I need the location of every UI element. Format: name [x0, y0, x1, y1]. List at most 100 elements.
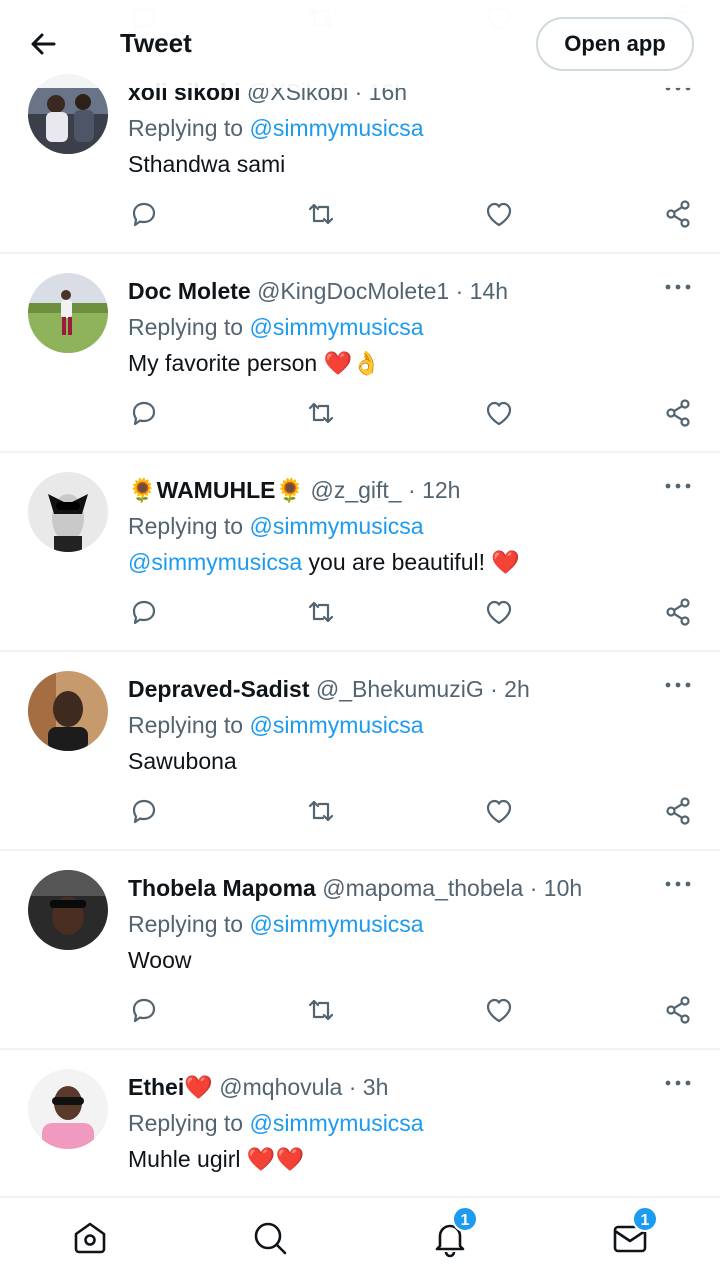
tweet-text: Sthandwa sami	[128, 148, 285, 180]
more-icon[interactable]	[664, 874, 692, 894]
mail-icon[interactable]: 1	[610, 1206, 658, 1258]
like-icon[interactable]	[483, 198, 515, 230]
replying-mention-link[interactable]: @simmymusicsa	[249, 115, 423, 141]
separator-dot: ·	[408, 477, 416, 503]
search-icon[interactable]	[250, 1218, 290, 1258]
separator-dot: ·	[455, 278, 464, 304]
retweet-icon[interactable]	[305, 795, 337, 827]
share-icon[interactable]	[662, 596, 694, 628]
replying-to: Replying to @simmymusicsa	[128, 1107, 424, 1139]
timestamp[interactable]: 12h	[422, 477, 460, 503]
more-icon[interactable]	[664, 1073, 692, 1093]
tweet-text-body: My favorite person	[128, 350, 318, 376]
reply-tweet[interactable]: Ethei❤️ @mqhovula · 3h Replying to @simm…	[0, 1049, 720, 1196]
avatar[interactable]	[28, 472, 108, 552]
user-handle[interactable]: @mapoma_thobela	[322, 875, 523, 901]
avatar[interactable]	[28, 273, 108, 353]
share-icon[interactable]	[662, 397, 694, 429]
bottom-tab-bar: 1 1	[0, 1196, 720, 1280]
avatar[interactable]	[28, 671, 108, 751]
reply-icon[interactable]	[128, 596, 160, 628]
like-icon[interactable]	[483, 397, 515, 429]
tweet-header: Ethei❤️ @mqhovula · 3h	[128, 1071, 388, 1103]
replying-to: Replying to @simmymusicsa	[128, 311, 424, 343]
separator-dot: ·	[348, 1074, 357, 1100]
reply-icon[interactable]	[128, 994, 160, 1026]
tweet-header: Thobela Mapoma @mapoma_thobela · 10h	[128, 872, 582, 904]
tweet-text: Woow	[128, 944, 192, 976]
tweet-actions	[0, 994, 720, 1026]
emoji: ❤️	[491, 549, 521, 575]
display-name[interactable]: 🌻WAMUHLE🌻	[128, 477, 304, 503]
reply-tweet[interactable]: Depraved-Sadist @_BhekumuziG · 2h Replyi…	[0, 651, 720, 851]
notifications-badge: 1	[452, 1206, 478, 1232]
user-handle[interactable]: @_BhekumuziG	[316, 676, 484, 702]
tweet-text-body: Woow	[128, 947, 192, 973]
retweet-icon[interactable]	[305, 596, 337, 628]
open-app-button[interactable]: Open app	[536, 17, 694, 71]
emoji: ❤️❤️	[246, 1146, 305, 1172]
timestamp[interactable]: 14h	[470, 278, 508, 304]
home-icon[interactable]	[70, 1218, 110, 1258]
replying-mention-link[interactable]: @simmymusicsa	[249, 911, 423, 937]
tweet-header: Depraved-Sadist @_BhekumuziG · 2h	[128, 673, 530, 705]
more-icon[interactable]	[664, 277, 692, 297]
reply-icon[interactable]	[128, 198, 160, 230]
retweet-icon[interactable]	[305, 198, 337, 230]
replying-mention-link[interactable]: @simmymusicsa	[249, 314, 423, 340]
user-handle[interactable]: @z_gift_	[310, 477, 401, 503]
share-icon[interactable]	[662, 198, 694, 230]
replying-label: Replying to	[128, 712, 244, 738]
timestamp[interactable]: 10h	[544, 875, 582, 901]
tweet-text: Sawubona	[128, 745, 237, 777]
tweet-text-body: Sawubona	[128, 748, 237, 774]
tweet-text: Muhle ugirl ❤️❤️	[128, 1143, 304, 1175]
replying-mention-link[interactable]: @simmymusicsa	[249, 1110, 423, 1136]
tweet-text: @simmymusicsa you are beautiful! ❤️	[128, 546, 520, 578]
replying-to: Replying to @simmymusicsa	[128, 112, 424, 144]
timestamp[interactable]: 3h	[363, 1074, 389, 1100]
display-name[interactable]: Depraved-Sadist	[128, 676, 310, 702]
avatar[interactable]	[28, 870, 108, 950]
display-name[interactable]: Thobela Mapoma	[128, 875, 316, 901]
replies-feed[interactable]: xoli sikobi @XSikobi · 16h Replying to @…	[0, 0, 720, 1196]
display-name[interactable]: Doc Molete	[128, 278, 251, 304]
share-icon[interactable]	[662, 994, 694, 1026]
user-handle[interactable]: @KingDocMolete1	[257, 278, 449, 304]
top-header: Tweet Open app	[0, 0, 720, 88]
messages-badge: 1	[632, 1206, 658, 1232]
back-arrow-icon[interactable]	[24, 24, 64, 64]
replying-to: Replying to @simmymusicsa	[128, 510, 424, 542]
tweet-text-body: you are beautiful!	[302, 549, 485, 575]
tweet-actions	[0, 397, 720, 429]
like-icon[interactable]	[483, 994, 515, 1026]
tweet-text-body: Muhle ugirl	[128, 1146, 241, 1172]
like-icon[interactable]	[483, 596, 515, 628]
reply-tweet[interactable]: Thobela Mapoma @mapoma_thobela · 10h Rep…	[0, 850, 720, 1050]
replying-mention-link[interactable]: @simmymusicsa	[249, 513, 423, 539]
reply-icon[interactable]	[128, 795, 160, 827]
tweet-header: Doc Molete @KingDocMolete1 · 14h	[128, 275, 508, 307]
text-mention-link[interactable]: @simmymusicsa	[128, 549, 302, 575]
share-icon[interactable]	[662, 795, 694, 827]
reply-tweet[interactable]: 🌻WAMUHLE🌻 @z_gift_ · 12h Replying to @si…	[0, 452, 720, 652]
bell-icon[interactable]: 1	[430, 1206, 478, 1258]
user-handle[interactable]: @mqhovula	[219, 1074, 342, 1100]
retweet-icon[interactable]	[305, 994, 337, 1026]
page-title: Tweet	[120, 28, 192, 58]
timestamp[interactable]: 2h	[504, 676, 530, 702]
emoji: ❤️👌	[323, 350, 381, 376]
avatar[interactable]	[28, 1069, 108, 1149]
like-icon[interactable]	[483, 795, 515, 827]
more-icon[interactable]	[664, 476, 692, 496]
reply-icon[interactable]	[128, 397, 160, 429]
replying-label: Replying to	[128, 513, 244, 539]
replying-mention-link[interactable]: @simmymusicsa	[249, 712, 423, 738]
retweet-icon[interactable]	[305, 397, 337, 429]
replying-label: Replying to	[128, 115, 244, 141]
replying-to: Replying to @simmymusicsa	[128, 908, 424, 940]
more-icon[interactable]	[664, 675, 692, 695]
tweet-header: 🌻WAMUHLE🌻 @z_gift_ · 12h	[128, 474, 460, 506]
reply-tweet[interactable]: Doc Molete @KingDocMolete1 · 14h Replyin…	[0, 253, 720, 453]
display-name[interactable]: Ethei❤️	[128, 1074, 213, 1100]
